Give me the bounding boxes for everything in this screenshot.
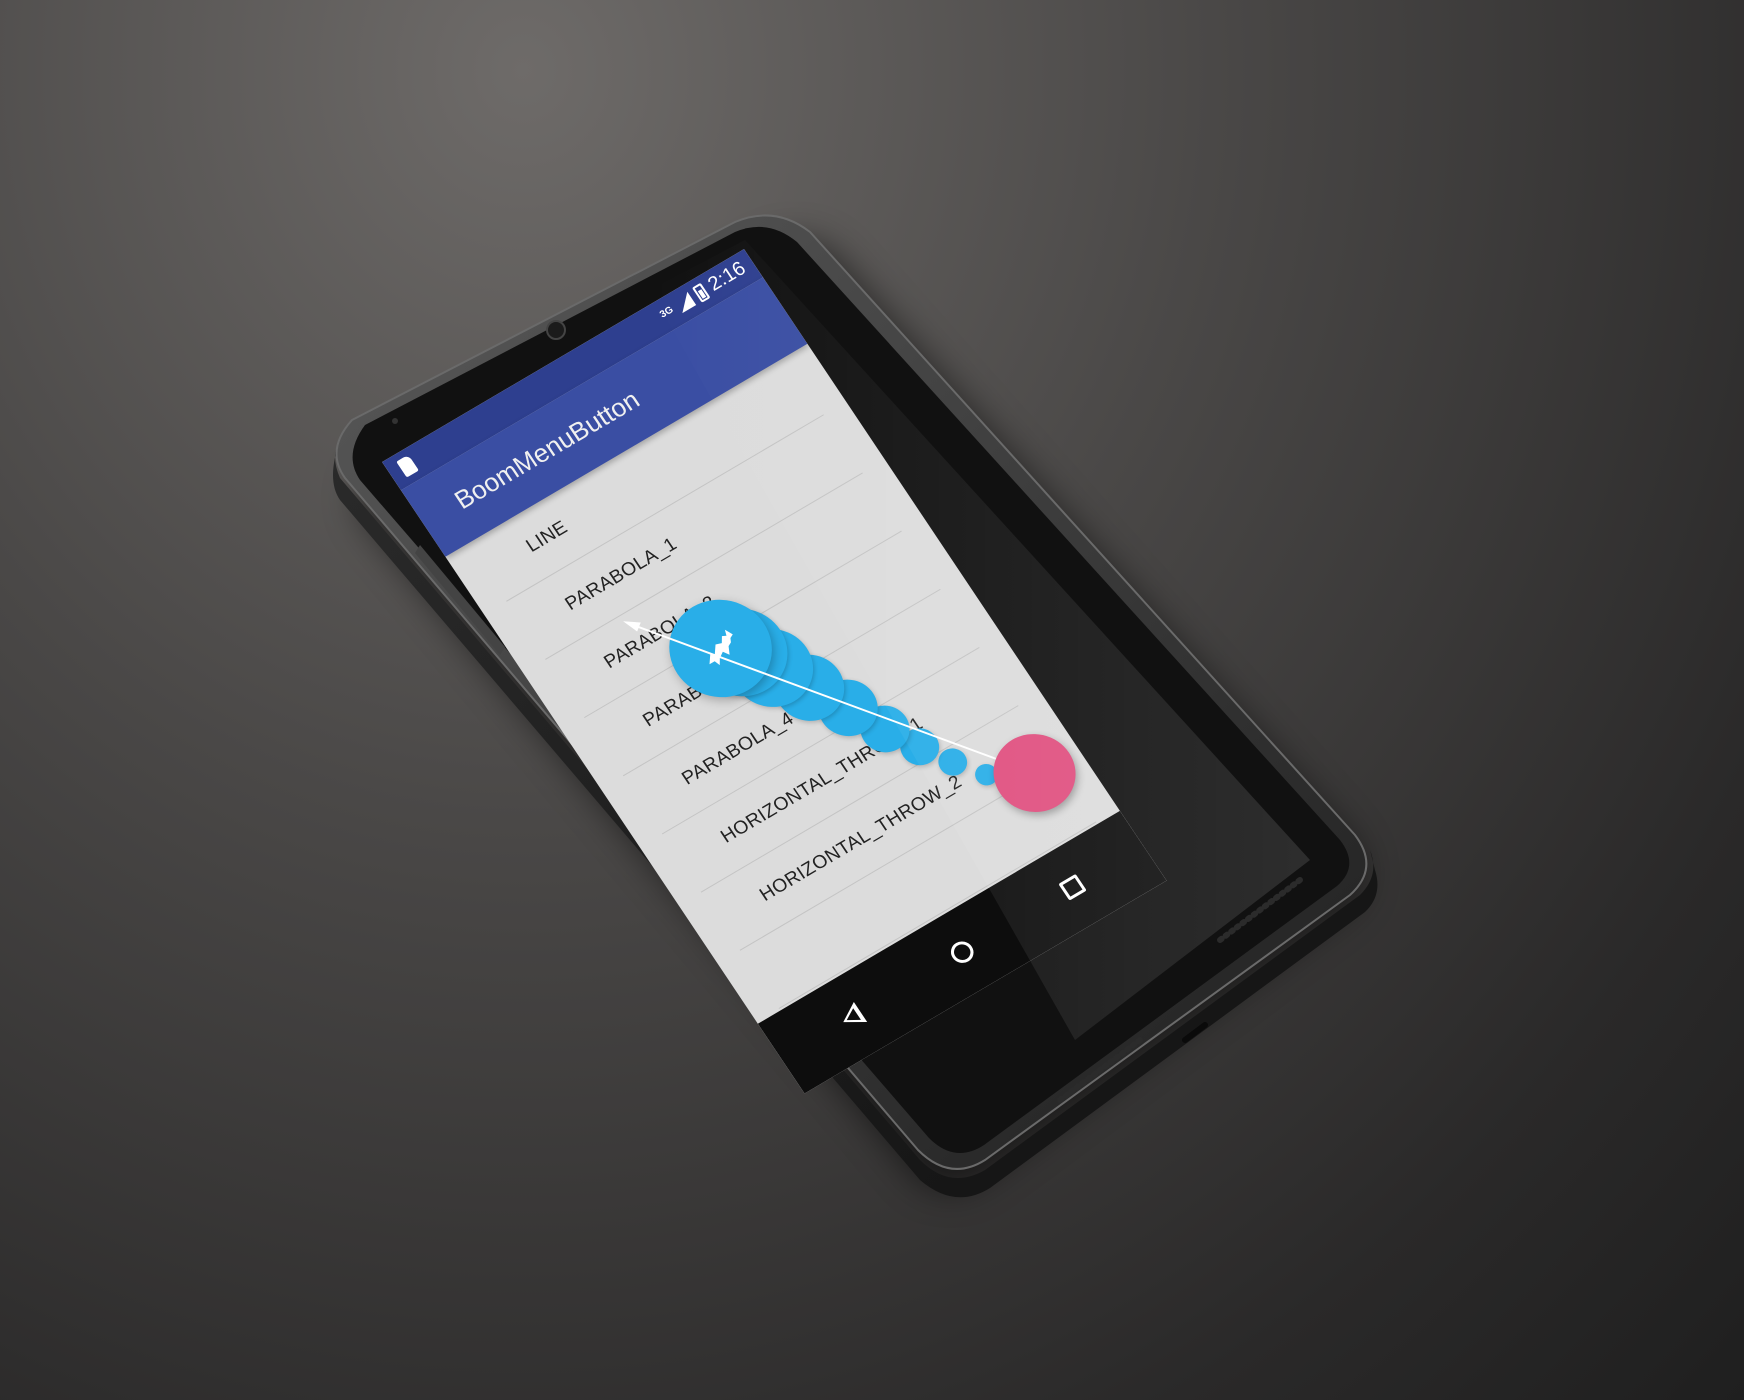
- horse-icon: [692, 622, 750, 674]
- nav-recent-button[interactable]: [1041, 858, 1103, 917]
- scene: 3G 2:16 BoomMenuButton LINE PARABOLA_1 P…: [0, 0, 1744, 1400]
- front-camera: [546, 320, 566, 340]
- signal-icon: [673, 291, 696, 313]
- sensor: [392, 418, 398, 424]
- nav-home-button[interactable]: [931, 923, 993, 982]
- nav-back-button[interactable]: [821, 988, 883, 1047]
- list-item-label: LINE: [522, 517, 572, 557]
- back-icon: [836, 1002, 868, 1033]
- sd-card-icon: [396, 454, 419, 478]
- home-icon: [946, 937, 978, 967]
- recent-apps-icon: [1058, 873, 1087, 901]
- battery-icon: [691, 282, 711, 303]
- network-type: 3G: [657, 304, 676, 321]
